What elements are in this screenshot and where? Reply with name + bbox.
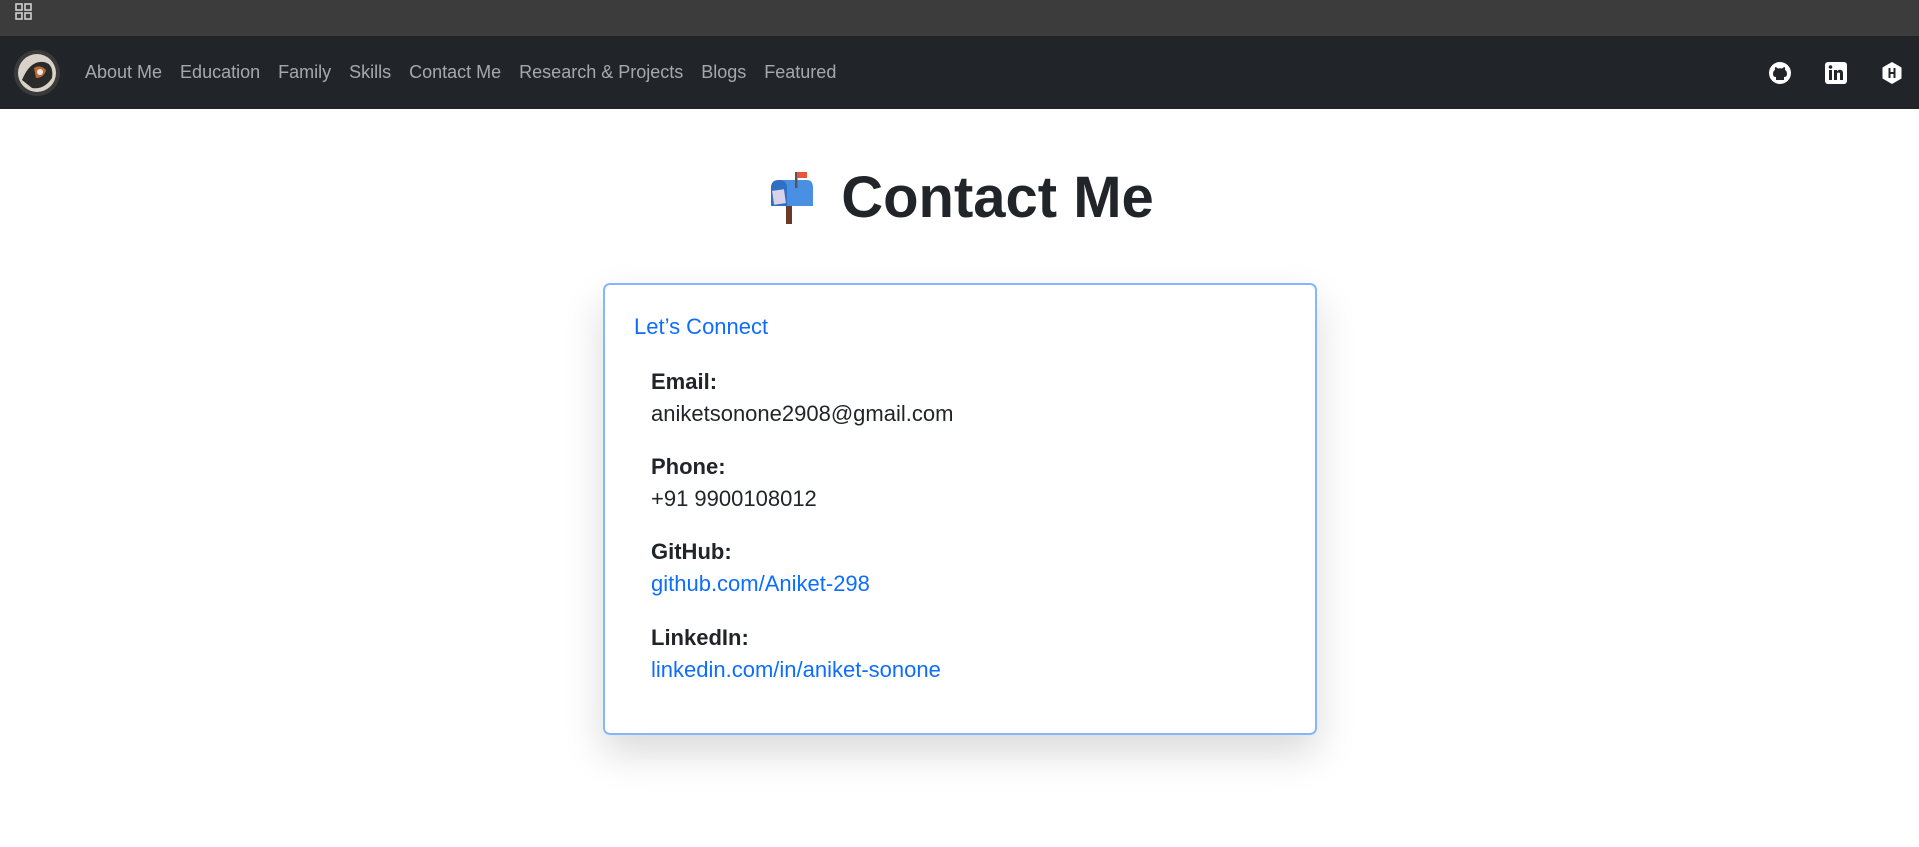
email-label: Email: xyxy=(651,369,718,394)
nav-links: About Me Education Family Skills Contact… xyxy=(85,36,854,109)
main-navbar: About Me Education Family Skills Contact… xyxy=(0,36,1919,109)
github-icon[interactable] xyxy=(1767,60,1793,86)
phone-field: Phone: +91 9900108012 xyxy=(651,452,817,516)
card-title: Let’s Connect xyxy=(634,314,769,339)
social-icons xyxy=(1737,36,1905,109)
phone-label: Phone: xyxy=(651,454,726,479)
contact-card: Let’s Connect Email: aniketsonone2908@gm… xyxy=(603,283,1317,735)
page-title: Contact Me xyxy=(0,166,1919,230)
nav-link-research-projects[interactable]: Research & Projects xyxy=(519,62,683,83)
apps-grid-icon[interactable] xyxy=(14,2,34,22)
nav-link-family[interactable]: Family xyxy=(278,62,331,83)
linkedin-label: LinkedIn: xyxy=(651,625,749,650)
page-title-text: Contact Me xyxy=(841,165,1154,230)
github-label: GitHub: xyxy=(651,539,732,564)
linkedin-field: LinkedIn: linkedin.com/in/aniket-sonone xyxy=(651,623,941,687)
avatar[interactable] xyxy=(14,50,60,96)
hashnode-icon[interactable] xyxy=(1879,60,1905,86)
phone-value: +91 9900108012 xyxy=(651,486,817,511)
email-value: aniketsonone2908@gmail.com xyxy=(651,401,954,426)
linkedin-link[interactable]: linkedin.com/in/aniket-sonone xyxy=(651,653,941,687)
nav-link-about-me[interactable]: About Me xyxy=(85,62,162,83)
mailbox-icon xyxy=(765,170,815,226)
nav-link-featured[interactable]: Featured xyxy=(764,62,836,83)
avatar-image xyxy=(14,50,60,96)
nav-link-education[interactable]: Education xyxy=(180,62,260,83)
nav-link-contact-me[interactable]: Contact Me xyxy=(409,62,501,83)
email-field: Email: aniketsonone2908@gmail.com xyxy=(651,367,953,431)
github-field: GitHub: github.com/Aniket-298 xyxy=(651,537,870,601)
nav-link-skills[interactable]: Skills xyxy=(349,62,391,83)
github-link[interactable]: github.com/Aniket-298 xyxy=(651,567,870,601)
nav-link-blogs[interactable]: Blogs xyxy=(701,62,746,83)
linkedin-icon[interactable] xyxy=(1823,60,1849,86)
browser-toolbar xyxy=(0,0,1919,36)
